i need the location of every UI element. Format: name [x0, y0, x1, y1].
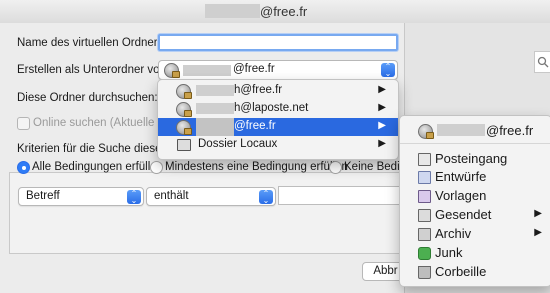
criteria-value-input[interactable]	[278, 186, 402, 205]
submenu-item-label: Vorlagen	[435, 188, 487, 203]
junk-icon	[418, 247, 431, 260]
submenu-header[interactable]: @free.fr	[400, 121, 550, 139]
archive-icon	[418, 228, 431, 241]
submenu-arrow-icon: ▶	[378, 138, 386, 149]
radio-all[interactable]	[17, 161, 30, 174]
local-folder-icon	[177, 139, 191, 151]
submenu-item-label: Entwürfe	[435, 169, 487, 184]
trash-icon	[418, 266, 431, 279]
redacted-account	[183, 65, 231, 76]
drafts-icon	[418, 171, 431, 184]
radio-none[interactable]	[329, 161, 342, 174]
menu-item-label: Dossier Locaux	[198, 138, 278, 150]
criteria-group	[9, 172, 404, 254]
name-label: Name des virtuellen Ordners:	[17, 37, 167, 49]
menu-item-label: h@free.fr	[234, 84, 283, 96]
menu-item-label: @free.fr	[234, 120, 276, 132]
submenu-arrow-icon: ▶	[378, 84, 386, 95]
search-folders-label: Diese Ordner durchsuchen:	[17, 92, 158, 104]
submenu-item-templates[interactable]: Vorlagen	[400, 186, 550, 204]
submenu-item-label: Gesendet	[435, 207, 492, 222]
submenu-item-inbox[interactable]: Posteingang	[400, 149, 550, 167]
sent-icon	[418, 209, 431, 222]
operator-select-value: enthält	[154, 190, 189, 202]
submenu-item-label: Corbeille	[435, 264, 487, 279]
submenu-arrow-icon: ▶	[378, 102, 386, 113]
menu-item-account-2[interactable]: h@laposte.net ▶	[158, 100, 398, 118]
submenu-arrow-icon: ▶	[534, 208, 542, 219]
radio-any-label: Mindestens eine Bedingung erfüllen	[165, 161, 348, 173]
submenu-header-label: @free.fr	[486, 123, 534, 138]
submenu-item-drafts[interactable]: Entwürfe	[400, 167, 550, 185]
folder-name-input[interactable]	[158, 34, 398, 51]
window-title: @free.fr	[260, 4, 308, 19]
submenu-item-sent[interactable]: Gesendet ▶	[400, 205, 550, 223]
menu-item-local-folders[interactable]: Dossier Locaux ▶	[158, 136, 398, 154]
field-select[interactable]: Betreff ⌃ ⌄	[18, 187, 144, 206]
parent-label: Erstellen als Unterordner von:	[17, 64, 170, 76]
globe-lock-icon	[418, 124, 434, 139]
globe-icon	[164, 63, 180, 78]
menu-separator	[400, 143, 550, 144]
inbox-icon	[418, 153, 431, 166]
search-icon	[537, 56, 549, 68]
submenu-item-label: Posteingang	[435, 151, 508, 166]
operator-select[interactable]: enthält ⌃ ⌄	[146, 187, 276, 206]
chevron-updown-icon: ⌃ ⌄	[127, 190, 141, 205]
chevron-updown-icon: ⌃ ⌄	[259, 190, 273, 205]
submenu-item-trash[interactable]: Corbeille	[400, 262, 550, 280]
criteria-label: Kriterien für die Suche dieses v	[17, 143, 177, 155]
folder-submenu: @free.fr Posteingang Entwürfe Vorlagen G…	[399, 115, 550, 287]
folder-menu: h@free.fr ▶ h@laposte.net ▶ @free.fr ▶ D…	[157, 79, 399, 160]
menu-item-account-3[interactable]: @free.fr ▶	[158, 118, 398, 136]
parent-folder-value: @free.fr	[233, 63, 275, 75]
submenu-item-label: Archiv	[435, 226, 472, 241]
templates-icon	[418, 190, 431, 203]
submenu-arrow-icon: ▶	[378, 120, 386, 131]
radio-none-label: Keine Bedin	[344, 161, 407, 173]
redacted-account	[437, 124, 485, 136]
parent-folder-select[interactable]: @free.fr ⌃ ⌄	[158, 60, 398, 80]
title-redacted	[205, 4, 260, 18]
chevron-updown-icon: ⌃ ⌄	[381, 63, 395, 78]
submenu-arrow-icon: ▶	[534, 227, 542, 238]
redacted-account	[196, 85, 234, 96]
field-select-value: Betreff	[26, 190, 60, 202]
radio-all-label: Alle Bedingungen erfüllen	[32, 161, 164, 173]
menu-item-account-1[interactable]: h@free.fr ▶	[158, 82, 398, 100]
radio-any[interactable]	[150, 161, 163, 174]
globe-icon	[176, 84, 192, 99]
submenu-item-label: Junk	[435, 245, 463, 260]
redacted-account	[196, 118, 234, 136]
globe-lock-icon	[176, 120, 192, 135]
menu-item-label: h@laposte.net	[234, 102, 309, 114]
redacted-account	[196, 103, 234, 114]
submenu-item-archive[interactable]: Archiv ▶	[400, 224, 550, 242]
globe-icon	[176, 102, 192, 117]
submenu-item-junk[interactable]: Junk	[400, 243, 550, 261]
search-icon-box[interactable]	[534, 51, 550, 73]
online-search-checkbox[interactable]	[17, 117, 30, 130]
